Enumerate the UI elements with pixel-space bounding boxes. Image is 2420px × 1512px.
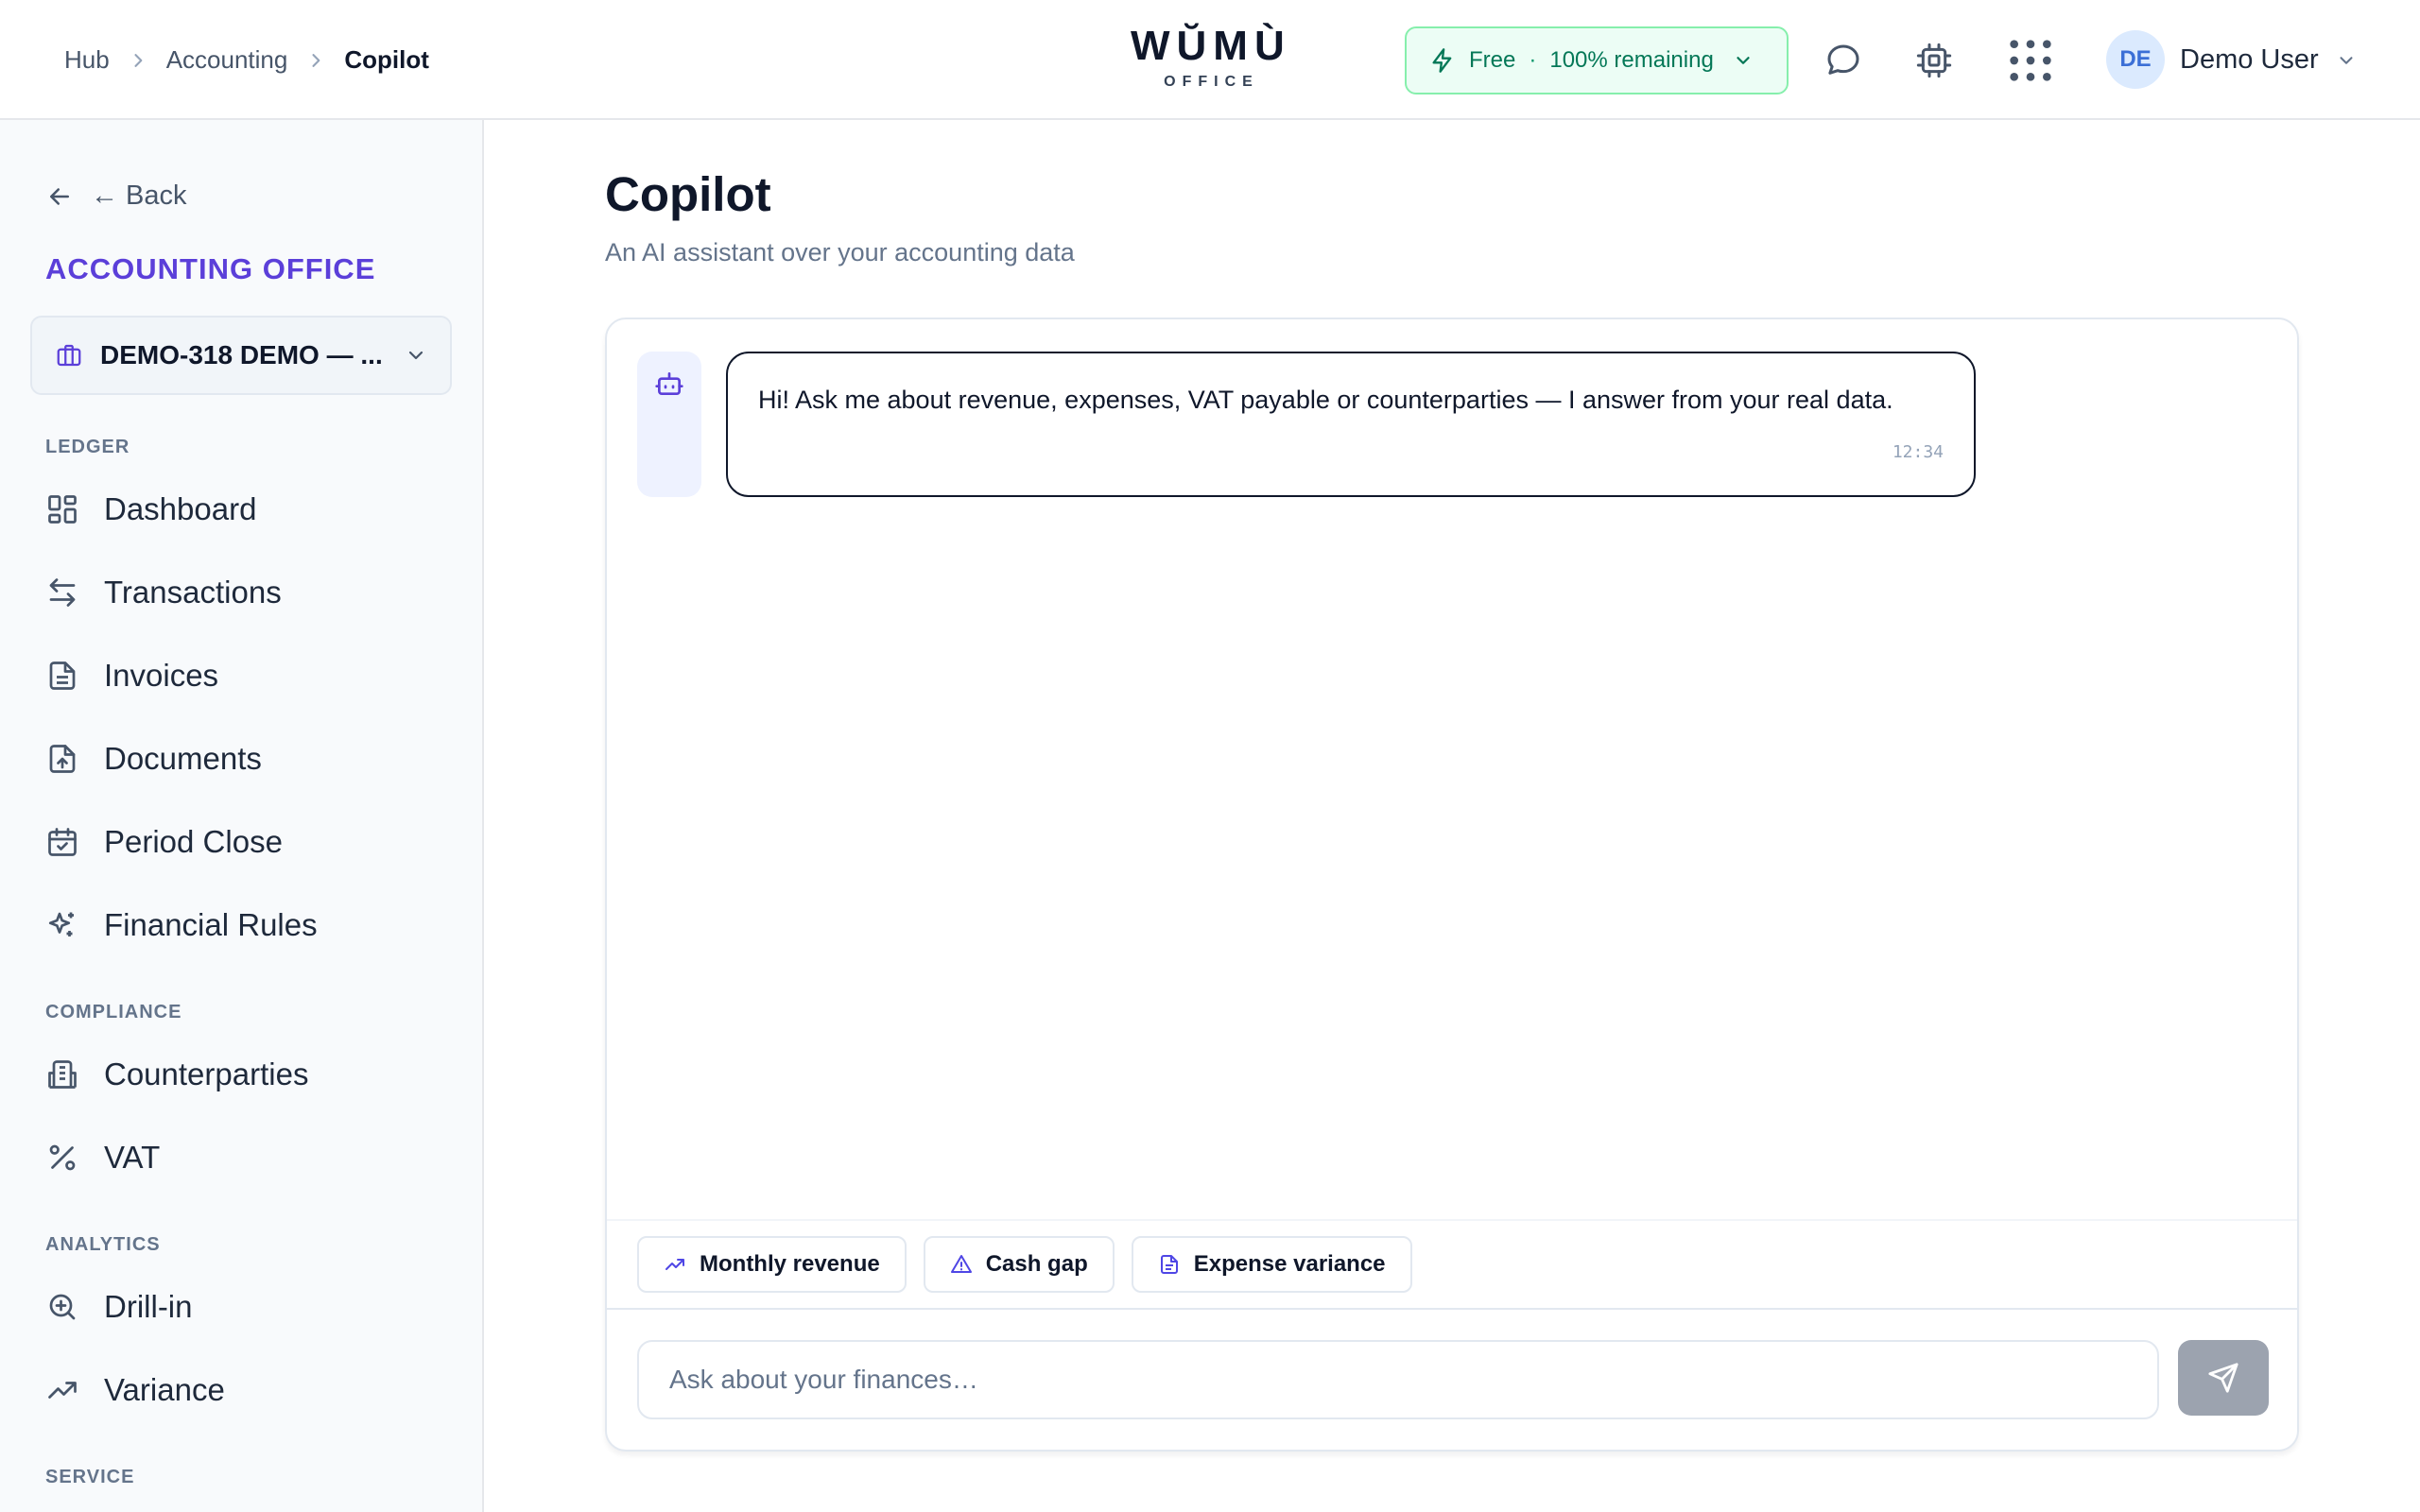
apps-grid-icon[interactable]	[2004, 34, 2057, 87]
sidebar: ← Back ACCOUNTING OFFICE DEMO-318 DEMO —…	[0, 120, 484, 1512]
chat-input[interactable]	[669, 1365, 2127, 1395]
document-icon	[1160, 1255, 1178, 1274]
sidebar-item-label: Dashboard	[104, 491, 257, 526]
chevron-down-icon	[408, 351, 424, 360]
sidebar-item-counterparties[interactable]: Counterparties	[45, 1040, 452, 1108]
sidebar-item-variance[interactable]: Variance	[45, 1356, 452, 1424]
message-text: Hi! Ask me about revenue, expenses, VAT …	[758, 386, 1893, 414]
user-menu[interactable]: Demo User	[2180, 0, 2357, 120]
suggestion-label: Expense variance	[1193, 1251, 1386, 1277]
sidebar-item-label: Invoices	[104, 658, 219, 693]
logo-wordmark: WŬMÙ	[1131, 23, 1291, 69]
plan-separator: ·	[1529, 47, 1537, 73]
send-icon	[2208, 1363, 2238, 1393]
chat-panel: Hi! Ask me about revenue, expenses, VAT …	[605, 318, 2299, 1452]
section-label-service: SERVICE	[45, 1467, 135, 1487]
document-text-icon	[49, 662, 76, 690]
suggestion-label: Monthly revenue	[700, 1251, 880, 1277]
sidebar-item-label: Drill-in	[104, 1289, 193, 1324]
breadcrumb-hub[interactable]: Hub	[64, 45, 110, 75]
suggestion-label: Cash gap	[985, 1251, 1088, 1277]
sidebar-item-invoices[interactable]: Invoices	[45, 642, 452, 710]
sidebar-item-period-close[interactable]: Period Close	[45, 808, 452, 876]
chat-input-container	[637, 1340, 2159, 1419]
send-button[interactable]	[2178, 1340, 2269, 1416]
back-label: ← Back	[91, 180, 187, 211]
calendar-check-icon	[48, 828, 77, 856]
file-upload-icon	[49, 745, 76, 773]
breadcrumb-accounting[interactable]: Accounting	[166, 45, 288, 75]
suggestion-monthly-revenue[interactable]: Monthly revenue	[637, 1236, 907, 1293]
sidebar-item-label: Variance	[104, 1372, 225, 1407]
plan-usage-button[interactable]: Free · 100% remaining	[1405, 26, 1789, 94]
chat-bubble-icon[interactable]	[1817, 34, 1870, 87]
sidebar-item-label: Counterparties	[104, 1057, 309, 1091]
office-title: ACCOUNTING OFFICE	[45, 252, 376, 285]
assistant-message: Hi! Ask me about revenue, expenses, VAT …	[726, 352, 1976, 497]
robot-icon	[655, 372, 683, 395]
sidebar-item-drill-in[interactable]: Drill-in	[45, 1273, 452, 1341]
page-subtitle: An AI assistant over your accounting dat…	[605, 238, 1075, 266]
section-label-compliance: COMPLIANCE	[45, 1002, 182, 1022]
briefcase-icon	[57, 344, 81, 367]
back-link[interactable]: ← Back	[45, 180, 187, 212]
top-bar: Hub Accounting Copilot WŬMÙ OFFICE Free …	[0, 0, 2420, 120]
chevron-right-icon	[110, 51, 166, 70]
chevron-down-icon	[2340, 56, 2353, 64]
breadcrumb: Hub Accounting Copilot	[64, 0, 429, 120]
sparkles-icon	[48, 912, 74, 936]
dashboard-icon	[48, 495, 77, 524]
sidebar-item-label: Financial Rules	[104, 907, 318, 942]
sidebar-item-financial-rules[interactable]: Financial Rules	[45, 891, 452, 959]
sidebar-item-transactions[interactable]: Transactions	[45, 558, 452, 627]
sidebar-item-dashboard[interactable]: Dashboard	[45, 475, 452, 543]
sidebar-item-label: Documents	[104, 741, 262, 776]
breadcrumb-copilot: Copilot	[344, 45, 429, 74]
cpu-chip-icon[interactable]	[1908, 34, 1961, 87]
chevron-down-icon	[1737, 57, 1750, 64]
suggestion-chips: Monthly revenue Cash gap Expense varianc…	[607, 1219, 2297, 1310]
plan-name: Free	[1469, 47, 1516, 73]
page-title: Copilot	[605, 167, 771, 221]
bot-avatar	[637, 352, 701, 497]
section-label-ledger: LEDGER	[45, 437, 130, 457]
warning-triangle-icon	[950, 1255, 972, 1273]
sidebar-item-vat[interactable]: VAT	[45, 1124, 452, 1192]
user-avatar[interactable]: DE	[2106, 30, 2165, 89]
organization-selector[interactable]: DEMO-318 DEMO — ...	[30, 316, 452, 395]
arrow-left-icon	[50, 187, 69, 205]
user-name: Demo User	[2180, 44, 2319, 75]
arrows-exchange-icon	[49, 578, 76, 607]
suggestion-expense-variance[interactable]: Expense variance	[1131, 1236, 1412, 1293]
organization-name: DEMO-318 DEMO — ...	[100, 340, 383, 369]
sidebar-item-label: Period Close	[104, 824, 283, 859]
suggestion-cash-gap[interactable]: Cash gap	[923, 1236, 1115, 1293]
sidebar-item-label: Transactions	[104, 575, 282, 610]
percent-icon	[49, 1144, 76, 1171]
sidebar-item-documents[interactable]: Documents	[45, 725, 452, 793]
section-label-analytics: ANALYTICS	[45, 1234, 161, 1255]
app-logo[interactable]: WŬMÙ OFFICE	[1131, 25, 1286, 91]
sidebar-item-label: VAT	[104, 1140, 161, 1175]
message-timestamp: 12:34	[1892, 442, 1944, 462]
logo-subtitle: OFFICE	[1164, 74, 1259, 90]
chevron-right-icon	[287, 51, 344, 70]
plan-remaining: 100% remaining	[1549, 47, 1714, 73]
zoom-in-icon	[49, 1294, 76, 1320]
trending-up-icon	[666, 1259, 684, 1270]
lightning-icon	[1432, 48, 1452, 73]
trending-up-icon	[48, 1382, 77, 1399]
building-icon	[48, 1060, 77, 1089]
